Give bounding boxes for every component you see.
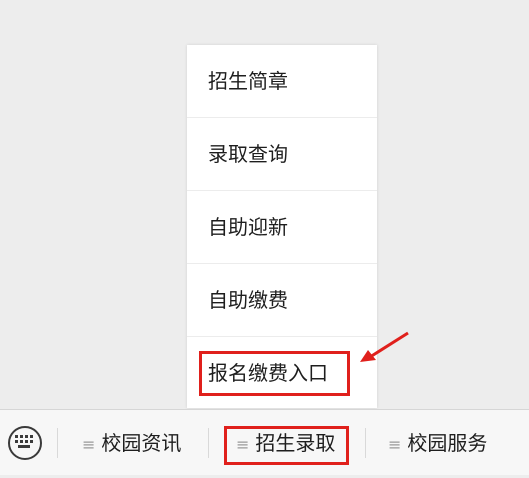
menu-item-label: 自助迎新 — [208, 215, 288, 239]
keyboard-toggle-button[interactable] — [8, 426, 42, 460]
tab-campus-services[interactable]: ≡ 校园服务 — [388, 410, 487, 476]
tab-label: 校园资讯 — [101, 431, 182, 455]
menu-item-label: 自助缴费 — [208, 288, 288, 312]
menu-item-label: 招生简章 — [208, 69, 288, 93]
menu-item-self-payment[interactable]: 自助缴费 — [187, 264, 377, 337]
highlight-box-tab — [224, 426, 349, 465]
menu-lines-icon: ≡ — [82, 435, 96, 454]
tab-label: 校园服务 — [407, 431, 488, 455]
highlight-box-menu-item — [199, 351, 350, 396]
divider — [208, 428, 209, 458]
divider — [365, 428, 366, 458]
keyboard-icon — [15, 435, 33, 448]
tab-campus-news[interactable]: ≡ 校园资讯 — [82, 410, 181, 476]
divider — [57, 428, 58, 458]
menu-item-self-welcome[interactable]: 自助迎新 — [187, 191, 377, 264]
menu-item-admission-query[interactable]: 录取查询 — [187, 118, 377, 191]
menu-item-label: 录取查询 — [208, 142, 288, 166]
menu-item-admission-guide[interactable]: 招生简章 — [187, 45, 377, 118]
menu-lines-icon: ≡ — [388, 435, 402, 454]
annotation-arrow-icon — [360, 331, 409, 362]
